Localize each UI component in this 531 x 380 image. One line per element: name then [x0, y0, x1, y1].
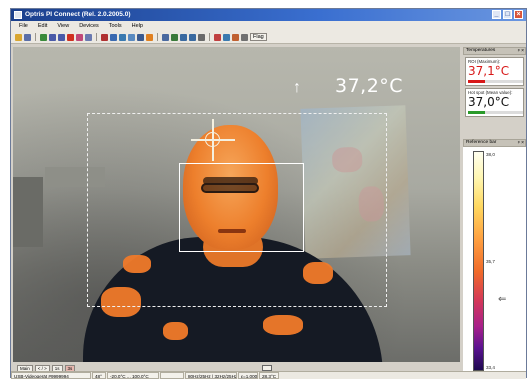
roi-max-bar — [468, 80, 523, 83]
toolbar: Flag — [11, 31, 526, 44]
line-icon[interactable] — [162, 33, 169, 41]
hotspot-mean-bar — [468, 111, 523, 114]
menu-view[interactable]: View — [57, 23, 69, 29]
toolbar-separator — [35, 33, 36, 41]
menu-edit[interactable]: Edit — [38, 23, 47, 29]
color-scale-bar[interactable] — [473, 151, 484, 371]
toolbar-separator — [209, 33, 210, 41]
roi-max-value: 37,1°C — [468, 64, 510, 78]
shirt-hotspot — [263, 315, 303, 335]
menu-tools[interactable]: Tools — [109, 23, 122, 29]
save-icon[interactable] — [24, 33, 31, 41]
toolbar-separator — [96, 33, 97, 41]
thermal-image-view[interactable]: ↑ 37,2°C — [13, 47, 460, 362]
roi-max-box: ROI (Maximum): 37,1°C — [465, 57, 524, 86]
flag-button[interactable]: Flag — [250, 33, 267, 41]
scale-mid-tick: 35,7 — [486, 259, 495, 264]
close-button[interactable]: × — [514, 10, 523, 19]
menu-devices[interactable]: Devices — [79, 23, 99, 29]
hotspot-mean-value: 37,0°C — [468, 95, 510, 109]
status-framerate: 80Hz/25Hz | 32Hz/25Hz — [185, 372, 237, 379]
minimize-button[interactable]: _ — [492, 10, 501, 19]
menu-file[interactable]: File — [19, 23, 28, 29]
status-ambient: 28,3°C — [259, 372, 279, 379]
play-icon[interactable] — [40, 33, 47, 41]
hotspot-icon[interactable] — [146, 33, 153, 41]
temp-grid-icon[interactable] — [198, 33, 205, 41]
menu-help[interactable]: Help — [132, 23, 143, 29]
panel-pin-close-icon[interactable]: ᵖ × — [518, 140, 524, 146]
shelf-object — [13, 177, 43, 247]
layout-icon[interactable] — [119, 33, 126, 41]
shirt-hotspot — [163, 322, 188, 340]
measure-icon[interactable] — [137, 33, 144, 41]
app-logo-icon — [14, 11, 22, 19]
temp-range-icon[interactable] — [189, 33, 196, 41]
pause-icon[interactable] — [49, 33, 56, 41]
menu-bar: File Edit View Devices Tools Help — [11, 21, 526, 31]
scale-pointer-arrow-icon[interactable]: ⇐ — [498, 295, 506, 305]
chart-icon[interactable] — [232, 33, 239, 41]
status-range: -20,0°C ... 100,0°C — [107, 372, 159, 379]
palette-icon[interactable] — [101, 33, 108, 41]
grid-icon[interactable] — [110, 33, 117, 41]
reference-bar-header: Reference bar ᵖ × — [463, 139, 526, 147]
toolbar-separator — [157, 33, 158, 41]
window-title: Optris PI Connect (Rel. 2.0.2005.0) — [25, 11, 131, 18]
settings-icon[interactable] — [223, 33, 230, 41]
reference-bar-title: Reference bar — [466, 140, 497, 145]
zoom-icon[interactable] — [128, 33, 135, 41]
status-fov: 48° — [92, 372, 106, 379]
open-icon[interactable] — [15, 33, 22, 41]
scale-max-tick: 38,0 — [486, 152, 495, 157]
record-icon[interactable] — [67, 33, 74, 41]
hotspot-crosshair-icon[interactable] — [205, 132, 220, 147]
app-window: Optris PI Connect (Rel. 2.0.2005.0) _ □ … — [10, 8, 527, 379]
roi-measure-rectangle[interactable] — [179, 163, 304, 252]
max-temperature-readout: 37,2°C — [335, 75, 404, 97]
temperatures-panel-title: Temperatures — [466, 48, 496, 53]
export-icon[interactable] — [214, 33, 221, 41]
title-bar: Optris PI Connect (Rel. 2.0.2005.0) _ □ … — [11, 9, 526, 21]
graph-icon[interactable] — [171, 33, 178, 41]
temperatures-panel-header: Temperatures ᵖ × — [463, 47, 526, 55]
side-panels: Temperatures ᵖ × ROI (Maximum): 37,1°C H… — [463, 47, 526, 371]
status-bar: USB-Videogerät #9999994 48° -20,0°C ... … — [11, 371, 526, 379]
tools-icon[interactable] — [241, 33, 248, 41]
reference-bar-panel: Reference bar ᵖ × 38,0 35,7 33,4 ⇐ — [463, 139, 526, 371]
status-device: USB-Videogerät #9999994 — [11, 372, 91, 379]
stop-icon[interactable] — [58, 33, 65, 41]
status-spacer — [160, 372, 184, 379]
hotspot-mean-box: Hot spot (Mean value): 37,0°C — [465, 88, 524, 117]
max-arrow-icon: ↑ — [293, 79, 301, 96]
scale-min-tick: 33,4 — [486, 365, 495, 370]
temp-scale-icon[interactable] — [180, 33, 187, 41]
maximize-button[interactable]: □ — [503, 10, 512, 19]
snapshot-icon[interactable] — [76, 33, 83, 41]
status-emissivity: ε=1,000 — [238, 372, 258, 379]
camera-icon[interactable] — [85, 33, 92, 41]
panel-pin-close-icon[interactable]: ᵖ × — [518, 48, 524, 54]
